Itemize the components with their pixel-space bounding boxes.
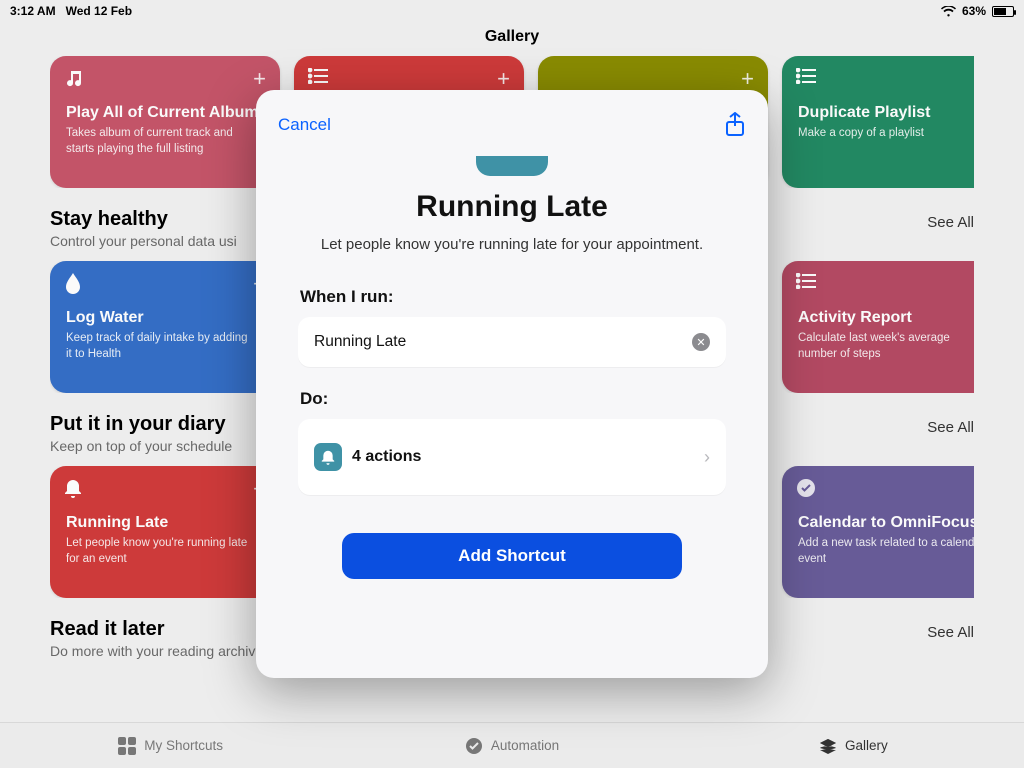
chevron-right-icon: ›: [704, 447, 710, 468]
shortcut-detail-sheet: Cancel Running Late Let people know you'…: [256, 90, 768, 678]
do-actions-row[interactable]: 4 actions ›: [298, 419, 726, 495]
cancel-button[interactable]: Cancel: [278, 115, 331, 135]
bell-badge-icon: [314, 443, 342, 471]
shortcut-title: Running Late: [278, 190, 746, 224]
do-actions-count: 4 actions: [352, 448, 704, 466]
clear-text-icon[interactable]: ✕: [692, 333, 710, 351]
when-value: Running Late: [314, 333, 692, 351]
share-icon[interactable]: [724, 112, 746, 138]
shortcut-hero-icon: [476, 156, 548, 176]
when-i-run-field[interactable]: Running Late ✕: [298, 317, 726, 367]
when-label: When I run:: [300, 287, 746, 307]
do-label: Do:: [300, 389, 746, 409]
add-shortcut-button[interactable]: Add Shortcut: [342, 533, 682, 579]
shortcut-description: Let people know you're running late for …: [278, 236, 746, 253]
